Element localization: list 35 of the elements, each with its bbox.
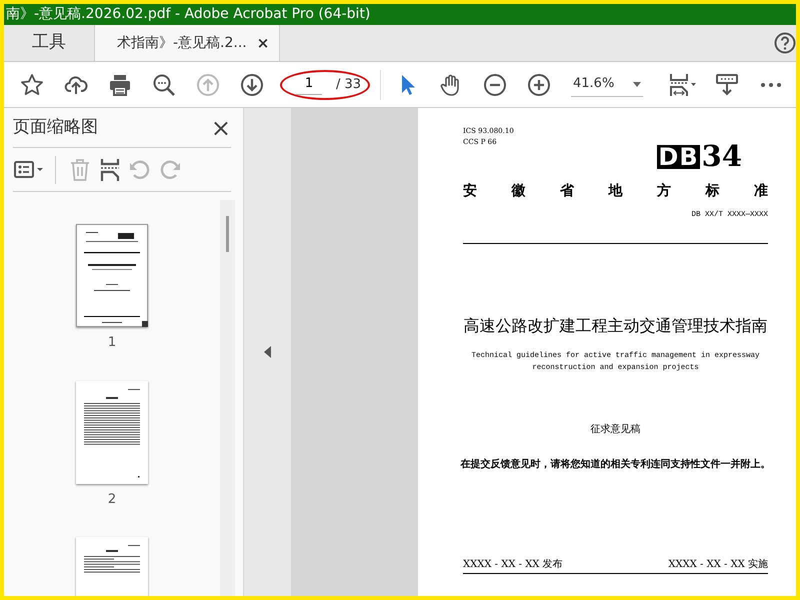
panel-title: 页面缩略图 <box>13 116 98 139</box>
close-button[interactable]: × <box>210 116 231 140</box>
collapse-arrow-icon[interactable] <box>264 346 271 358</box>
magnifier-icon[interactable] <box>152 72 176 96</box>
effective-date: XXXX - XX - XX 实施 <box>668 558 768 572</box>
zoom-dropdown[interactable]: 41.6% <box>571 72 643 97</box>
standard-logo: DB 34 <box>657 142 742 171</box>
dropdown-caret-icon <box>633 82 641 86</box>
window-title: 南》-意见稿.2026.02.pdf - Adobe Acrobat Pro (64-bit) <box>6 6 370 22</box>
page-thumbnail[interactable] <box>76 380 148 484</box>
document-title: 高速公路改扩建工程主动交通管理技术指南 <box>463 315 768 338</box>
minus-circle-icon[interactable] <box>483 72 507 96</box>
scrollbar[interactable] <box>220 200 235 596</box>
printer-icon[interactable] <box>108 72 132 96</box>
star-icon[interactable] <box>20 72 44 96</box>
page-thumbnail[interactable] <box>76 224 148 327</box>
tab[interactable]: 术指南》-意见稿.2... × <box>94 25 280 61</box>
insert-page-icon[interactable] <box>98 158 122 182</box>
plus-circle-icon[interactable] <box>527 72 551 96</box>
issuing-authority: 安徽省地方标准 <box>463 182 768 201</box>
down-arrow-circle-icon[interactable] <box>240 72 264 96</box>
notice-text: 在提交反馈意见时，请将您知道的相关专利连同支持性文件一并附上。 <box>459 457 772 472</box>
read-mode-icon[interactable] <box>715 72 739 96</box>
page-number-field[interactable]: 1 <box>296 74 322 95</box>
fit-page-icon[interactable] <box>668 72 698 96</box>
tab-label: 术指南》-意见稿.2... <box>117 34 247 52</box>
scrollbar-thumb[interactable] <box>226 216 229 252</box>
page-count: / 33 <box>336 76 362 94</box>
draft-stage: 征求意见稿 <box>590 422 642 438</box>
page-label: 1 <box>108 334 116 352</box>
issue-date: XXXX - XX - XX 发布 <box>463 558 563 572</box>
zoom-value: 41.6% <box>573 75 614 94</box>
close-icon[interactable]: × <box>256 32 270 54</box>
page-label: 2 <box>108 490 116 508</box>
help-icon[interactable] <box>774 32 796 54</box>
